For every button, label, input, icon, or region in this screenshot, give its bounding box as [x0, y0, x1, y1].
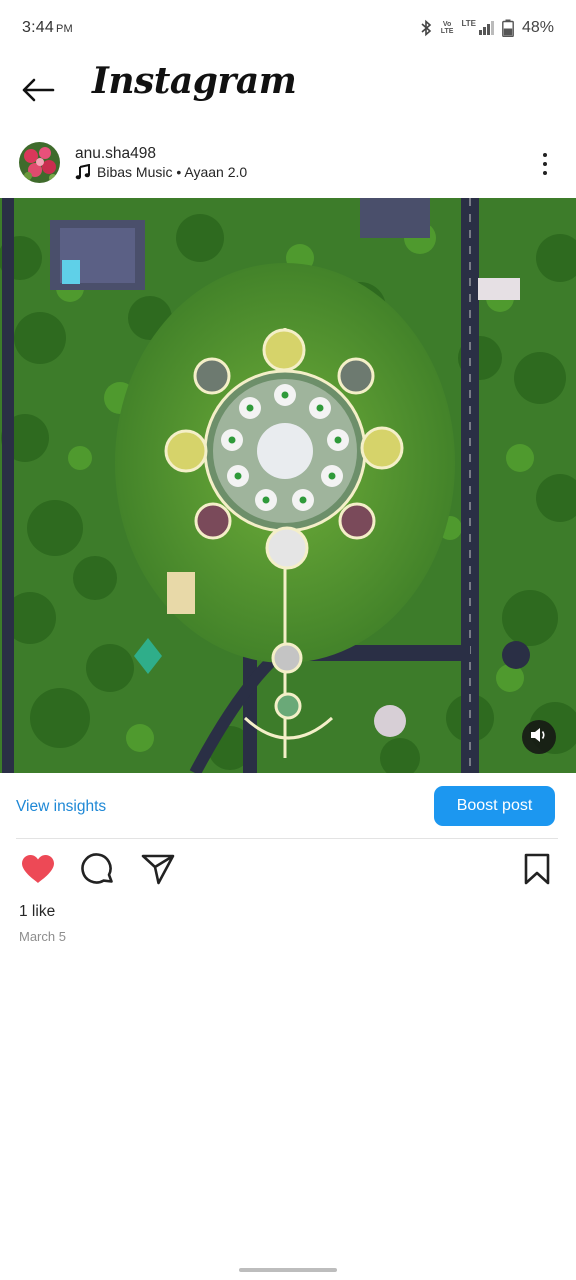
post-username[interactable]: anu.sha498: [75, 145, 156, 163]
status-time: 3:44 PM: [22, 19, 73, 37]
mute-button[interactable]: [522, 720, 556, 754]
status-bar: 3:44 PM Vo LTE LTE 48%: [0, 0, 576, 56]
music-note-icon: [75, 164, 91, 180]
post-date: March 5: [19, 929, 66, 944]
volte-icon: Vo LTE: [441, 21, 454, 35]
signal-icon: [478, 20, 494, 36]
bluetooth-icon: [419, 19, 433, 37]
more-dot: [543, 171, 547, 175]
insights-row: View insights Boost post: [0, 784, 576, 832]
avatar[interactable]: [19, 142, 60, 183]
battery-icon: [502, 19, 514, 37]
arrow-left-icon: [21, 78, 55, 107]
post-music[interactable]: Bibas Music • Ayaan 2.0: [75, 164, 247, 180]
status-icons: Vo LTE LTE 48%: [419, 19, 554, 37]
view-insights-link[interactable]: View insights: [16, 798, 106, 816]
back-button[interactable]: [18, 74, 58, 110]
more-vertical-icon: [543, 153, 547, 157]
post-actions: [0, 850, 576, 894]
volume-icon: [530, 727, 548, 748]
likes-count[interactable]: 1 like: [19, 903, 55, 921]
post-image[interactable]: [0, 198, 576, 773]
more-dot: [543, 162, 547, 166]
music-label: Bibas Music • Ayaan 2.0: [97, 164, 248, 180]
comment-icon: [81, 852, 115, 891]
clock-ampm: PM: [55, 23, 73, 35]
clock-time: 3:44: [22, 19, 54, 36]
lte-label: LTE: [461, 18, 476, 28]
battery-percent: 48%: [521, 19, 554, 36]
app-header: Instagram: [0, 56, 576, 126]
share-button[interactable]: [139, 852, 177, 890]
volte-top-label: Vo: [442, 21, 452, 28]
boost-post-button[interactable]: Boost post: [434, 786, 555, 826]
instagram-logo: Instagram: [92, 60, 297, 102]
bookmark-icon: [523, 853, 551, 890]
save-button[interactable]: [518, 852, 556, 890]
heart-filled-icon: [21, 854, 55, 889]
aerial-photo: [0, 198, 576, 773]
comment-button[interactable]: [79, 852, 117, 890]
post-header: anu.sha498 Bibas Music • Ayaan 2.0: [0, 138, 576, 190]
home-indicator[interactable]: [239, 1268, 337, 1272]
more-options-button[interactable]: [532, 150, 558, 178]
send-icon: [141, 853, 175, 890]
divider: [16, 838, 558, 839]
volte-bottom-label: LTE: [440, 28, 454, 35]
like-button[interactable]: [19, 852, 57, 890]
